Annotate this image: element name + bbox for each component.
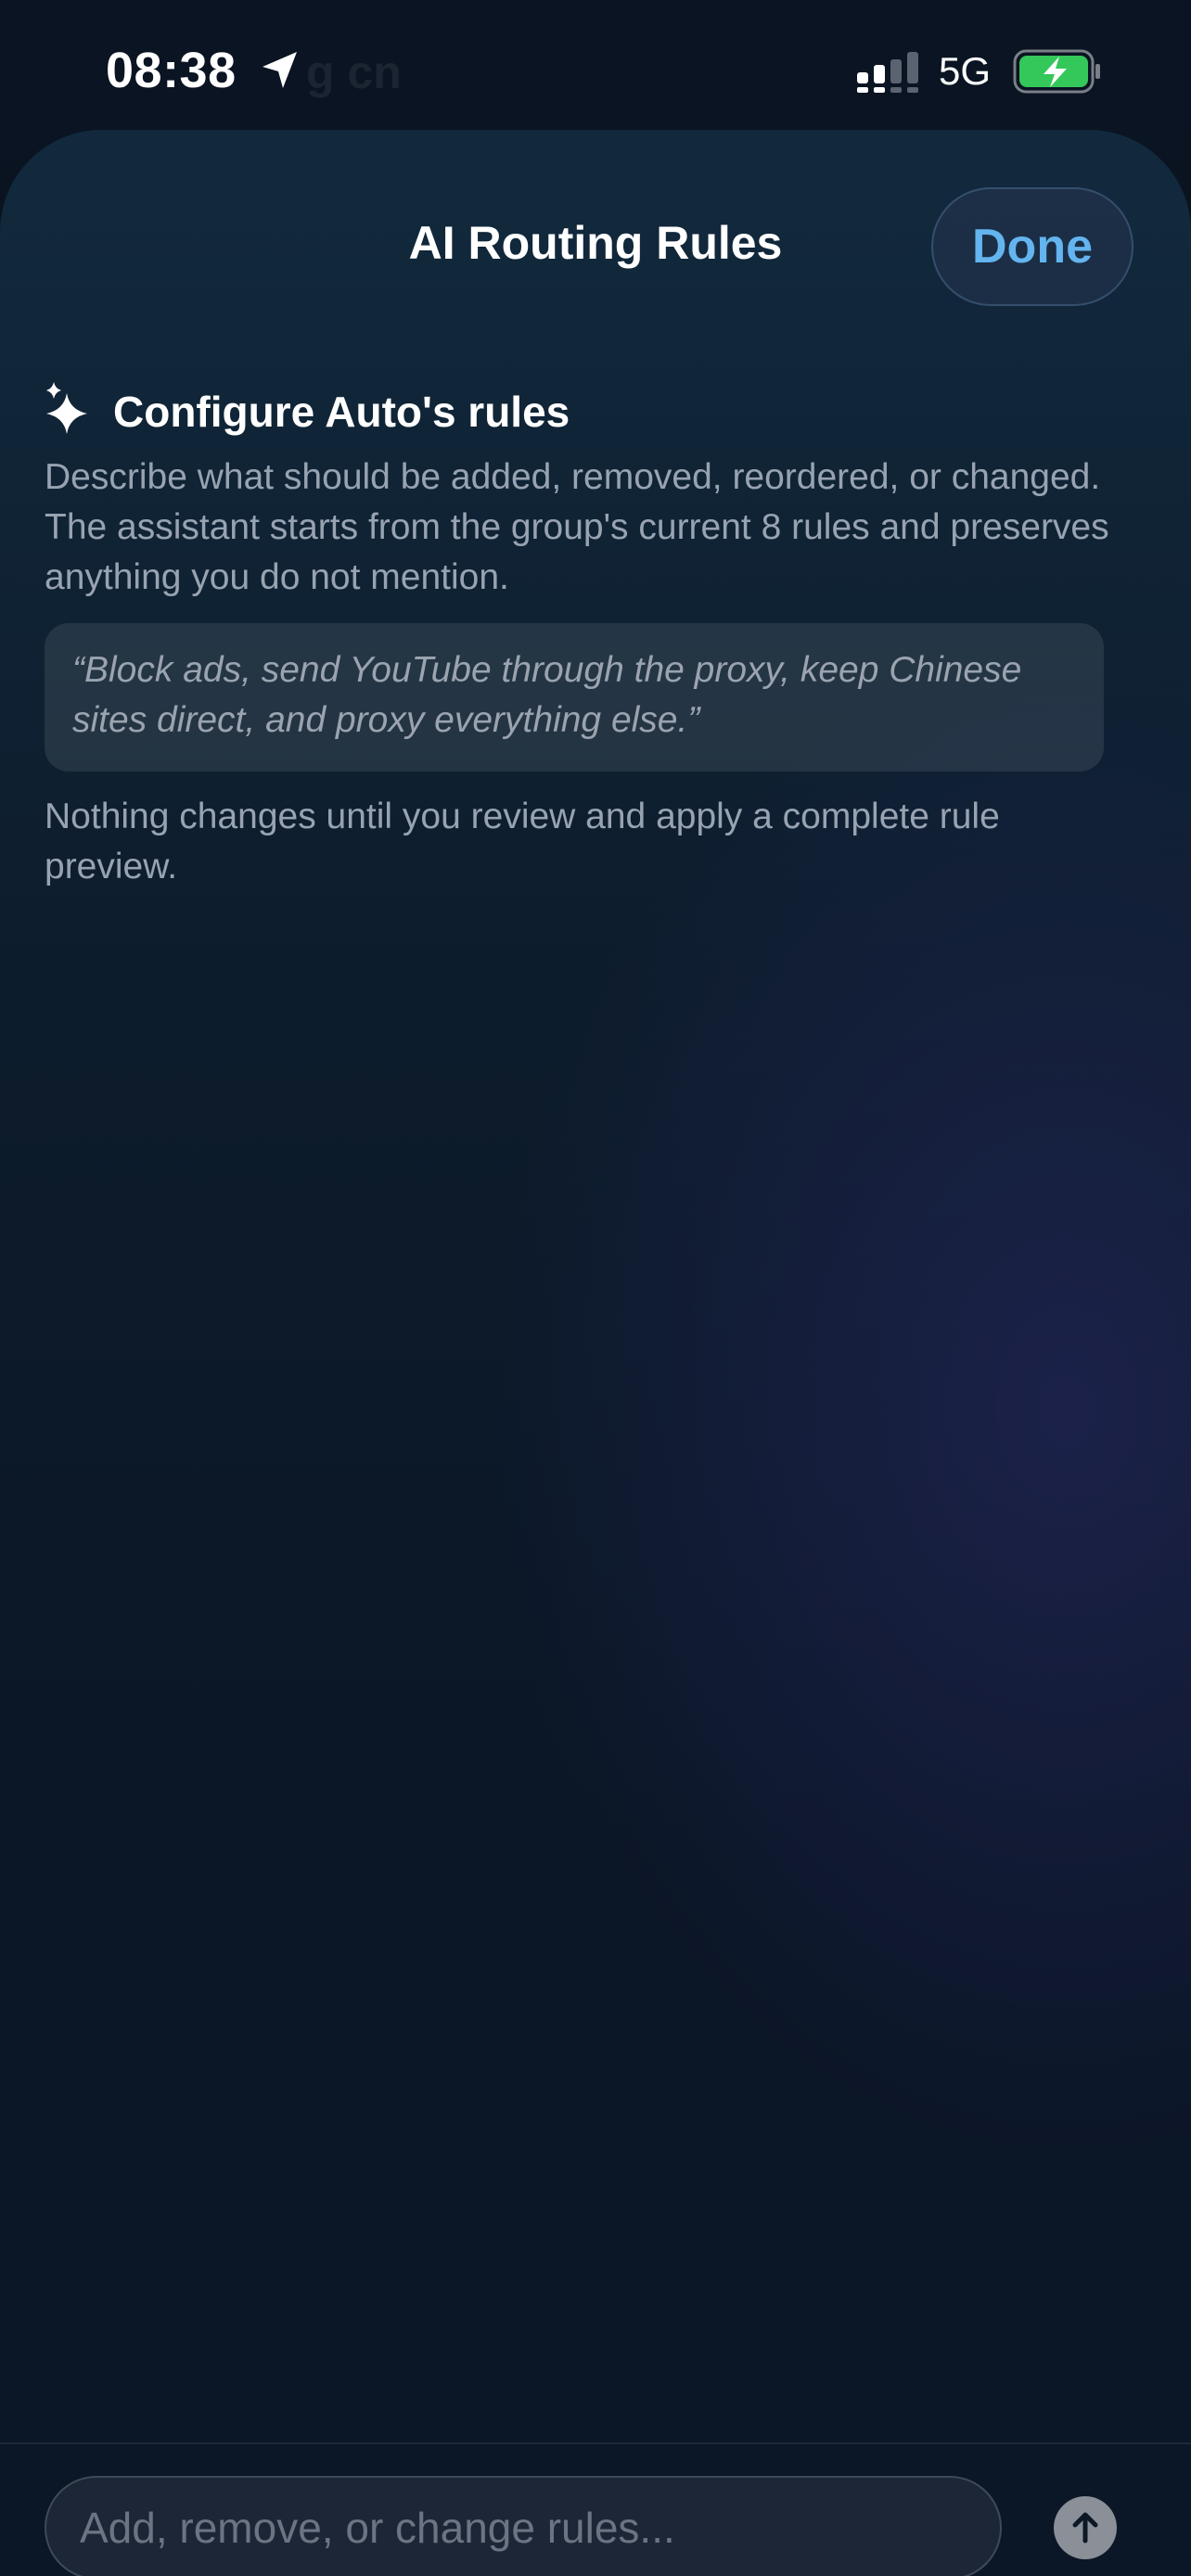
sparkle-icon [46, 382, 87, 434]
composer-divider [0, 2442, 1191, 2444]
send-button[interactable] [1054, 2496, 1117, 2559]
screen: g cn 08:38 5G AI Routing Rules Done Conf… [0, 0, 1191, 2576]
arrow-up-icon [1072, 2512, 1098, 2544]
background-app-text: g cn [306, 46, 402, 98]
cellular-signal-icon [857, 52, 918, 93]
status-bar: g cn 08:38 5G [0, 0, 1191, 130]
example-prompt-card: “Block ads, send YouTube through the pro… [45, 623, 1104, 772]
section-heading: Configure Auto's rules [113, 388, 570, 436]
ai-routing-rules-sheet: AI Routing Rules Done Configure Auto's r… [0, 130, 1191, 2576]
status-time: 08:38 [106, 43, 237, 98]
done-button[interactable]: Done [931, 187, 1133, 306]
review-note-text: Nothing changes until you review and app… [45, 797, 1000, 886]
battery-charging-icon [1013, 49, 1100, 94]
rules-prompt-input[interactable] [45, 2476, 1002, 2576]
example-prompt-text: “Block ads, send YouTube through the pro… [72, 650, 1022, 740]
network-type-label: 5G [939, 49, 992, 93]
instructions-text: Describe what should be added, removed, … [45, 457, 1109, 597]
location-arrow-icon [263, 52, 297, 88]
